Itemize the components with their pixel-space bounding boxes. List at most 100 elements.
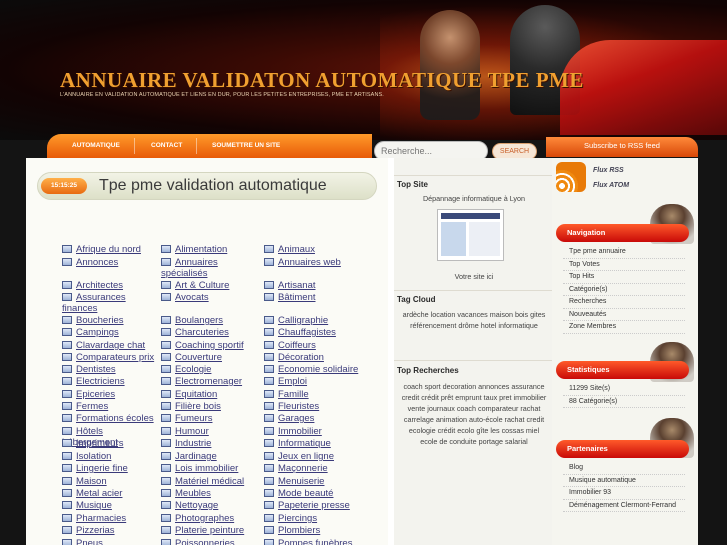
partner-link[interactable]: Blog [563, 462, 685, 475]
category-link[interactable]: Afrique du nord [62, 244, 157, 255]
category-label: Metal acier [76, 488, 123, 499]
category-link[interactable]: Immobilier [264, 426, 374, 437]
category-link[interactable]: Animaux [264, 244, 374, 255]
category-link[interactable]: Annuaires web [264, 257, 374, 268]
category-link[interactable]: Annuaires spécialisés [161, 257, 261, 279]
category-link[interactable]: Lois immobilier [161, 463, 261, 474]
category-link[interactable]: Jardinage [161, 451, 261, 462]
partner-link[interactable]: Déménagement Clermont-Ferrand [563, 500, 685, 512]
category-link[interactable]: Fermes [62, 401, 157, 412]
category-link[interactable]: Musique [62, 500, 157, 511]
folder-icon [264, 281, 274, 289]
flux-rss-link[interactable]: Flux RSS [593, 167, 624, 174]
category-link[interactable]: Garages [264, 413, 374, 424]
category-link[interactable]: Equitation [161, 389, 261, 400]
category-link[interactable]: Epiceries [62, 389, 157, 400]
category-link[interactable]: Couverture [161, 352, 261, 363]
category-link[interactable]: Piercings [264, 513, 374, 524]
top-site-thumbnail[interactable] [437, 209, 504, 261]
category-link[interactable]: Matériel médical [161, 476, 261, 487]
nav-separator [196, 138, 197, 154]
category-link[interactable]: Clavardage chat [62, 340, 157, 351]
category-link[interactable]: Coiffeurs [264, 340, 374, 351]
category-link[interactable]: Pharmacies [62, 513, 157, 524]
category-link[interactable]: Meubles [161, 488, 261, 499]
category-link[interactable]: Lingerie fine [62, 463, 157, 474]
partner-link[interactable]: Musique automatique [563, 475, 685, 487]
rss-icon[interactable] [556, 162, 586, 192]
nav-list-item[interactable]: Zone Membres [563, 321, 685, 334]
nav-list-item[interactable]: Recherches [563, 296, 685, 309]
category-link[interactable]: Mode beauté [264, 488, 374, 499]
category-link[interactable]: Art & Culture [161, 280, 261, 291]
category-link[interactable]: Poissonneries [161, 538, 261, 545]
category-link[interactable]: Filière bois [161, 401, 261, 412]
category-link[interactable]: Maison [62, 476, 157, 487]
category-link[interactable]: Formations écoles [62, 413, 157, 424]
category-link[interactable]: Fumeurs [161, 413, 261, 424]
category-link[interactable]: Electriciens [62, 376, 157, 387]
category-link[interactable]: Platerie peinture [161, 525, 261, 536]
category-link[interactable]: Isolation [62, 451, 157, 462]
subscribe-rss-link[interactable]: Subscribe to RSS feed [546, 137, 698, 157]
category-link[interactable]: Ecologie [161, 364, 261, 375]
category-link[interactable]: Photographes [161, 513, 261, 524]
nav-contact[interactable]: CONTACT [151, 142, 182, 149]
category-link[interactable]: Menuiserie [264, 476, 374, 487]
category-link[interactable]: Calligraphie [264, 315, 374, 326]
category-link[interactable]: Famille [264, 389, 374, 400]
category-link[interactable]: Jeux en ligne [264, 451, 374, 462]
flux-atom-link[interactable]: Flux ATOM [593, 182, 629, 189]
nav-list-item[interactable]: Catégorie(s) [563, 284, 685, 296]
category-link[interactable]: Chauffagistes [264, 327, 374, 338]
category-link[interactable]: Comparateurs prix [62, 352, 157, 363]
partner-link[interactable]: Immobilier 93 [563, 487, 685, 500]
category-link[interactable]: Plombiers [264, 525, 374, 536]
category-link[interactable]: Imprimeurs [62, 438, 157, 449]
category-link[interactable]: Metal acier [62, 488, 157, 499]
category-link[interactable]: Architectes [62, 280, 157, 291]
category-link[interactable]: Pneus [62, 538, 157, 545]
tag-cloud[interactable]: ardèche location vacances maison bois gi… [400, 309, 548, 331]
category-link[interactable]: Charcuteries [161, 327, 261, 338]
nav-list-item[interactable]: Nouveautés [563, 309, 685, 321]
category-link[interactable]: Alimentation [161, 244, 261, 255]
category-link[interactable]: Industrie [161, 438, 261, 449]
category-link[interactable]: Pompes funèbres [264, 538, 374, 545]
nav-list-item[interactable]: Top Hits [563, 271, 685, 284]
category-link[interactable]: Emploi [264, 376, 374, 387]
category-link[interactable]: Papeterie presse [264, 500, 374, 511]
category-link[interactable]: Avocats [161, 292, 261, 303]
folder-icon [62, 245, 72, 253]
category-link[interactable]: Economie solidaire [264, 364, 374, 375]
category-link[interactable]: Informatique [264, 438, 374, 449]
your-site-here[interactable]: Votre site ici [400, 271, 548, 282]
category-link[interactable]: Fleuristes [264, 401, 374, 412]
category-link[interactable]: Humour [161, 426, 261, 437]
nav-list-item[interactable]: Tpe pme annuaire [563, 246, 685, 259]
category-link[interactable]: Annonces [62, 257, 157, 268]
category-link[interactable]: Bâtiment [264, 292, 374, 303]
nav-submit-site[interactable]: SOUMETTRE UN SITE [212, 142, 280, 149]
nav-list-item[interactable]: Top Votes [563, 259, 685, 271]
category-link[interactable]: Dentistes [62, 364, 157, 375]
nav-automatique[interactable]: AUTOMATIQUE [72, 142, 120, 149]
category-link[interactable]: Artisanat [264, 280, 374, 291]
category-link[interactable]: Maçonnerie [264, 463, 374, 474]
category-link[interactable]: Pizzerias [62, 525, 157, 536]
category-link[interactable]: Electromenager [161, 376, 261, 387]
category-label: Maison [76, 476, 107, 487]
top-searches-cloud[interactable]: coach sport decoration annonces assuranc… [400, 381, 548, 447]
site-title[interactable]: ANNUAIRE VALIDATON AUTOMATIQUE TPE PME [60, 68, 584, 93]
top-site-link[interactable]: Dépannage informatique à Lyon [400, 193, 548, 204]
category-link[interactable]: Coaching sportif [161, 340, 261, 351]
category-link[interactable]: Boucheries [62, 315, 157, 326]
category-link[interactable]: Assurances finances [62, 292, 157, 314]
category-link[interactable]: Décoration [264, 352, 374, 363]
category-link[interactable]: Campings [62, 327, 157, 338]
category-link[interactable]: Nettoyage [161, 500, 261, 511]
stats-item[interactable]: 88 Catégorie(s) [563, 396, 685, 408]
category-label: Meubles [175, 488, 211, 499]
top-searches-heading: Top Recherches [397, 366, 459, 375]
category-link[interactable]: Boulangers [161, 315, 261, 326]
